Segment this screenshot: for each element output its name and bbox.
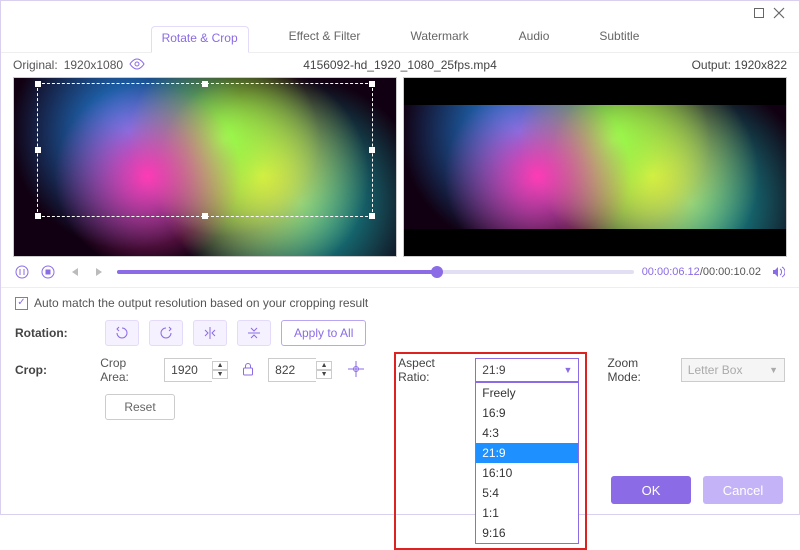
- aspect-option[interactable]: 5:4: [476, 483, 578, 503]
- flip-vertical-button[interactable]: [237, 320, 271, 346]
- ok-button[interactable]: OK: [611, 476, 691, 504]
- window-close-button[interactable]: [769, 3, 789, 23]
- next-frame-button[interactable]: [91, 263, 109, 281]
- auto-match-label: Auto match the output resolution based o…: [34, 296, 368, 310]
- cancel-button[interactable]: Cancel: [703, 476, 783, 504]
- crop-height-up[interactable]: ▲: [316, 361, 332, 370]
- aspect-option[interactable]: 16:10: [476, 463, 578, 483]
- crop-width-input[interactable]: [164, 358, 212, 382]
- editor-tabs: Rotate & Crop Effect & Filter Watermark …: [1, 25, 799, 53]
- aspect-option[interactable]: 1:1: [476, 503, 578, 523]
- seek-slider[interactable]: [117, 270, 634, 274]
- aspect-ratio-value: 21:9: [482, 363, 505, 377]
- zoom-mode-select[interactable]: Letter Box ▼: [681, 358, 785, 382]
- crop-row: Crop: Crop Area: ▲▼ ▲▼ Aspect Ratio: 21:…: [15, 356, 785, 384]
- original-dimension: 1920x1080: [64, 58, 123, 72]
- controls-area: ✓ Auto match the output resolution based…: [1, 287, 799, 466]
- window-titlebar: [1, 1, 799, 25]
- auto-match-row: ✓ Auto match the output resolution based…: [15, 296, 785, 310]
- window-maximize-button[interactable]: [749, 3, 769, 23]
- tab-subtitle[interactable]: Subtitle: [589, 25, 649, 52]
- time-display: 00:00:06.12/00:00:10.02: [642, 266, 761, 278]
- tab-audio[interactable]: Audio: [509, 25, 560, 52]
- preview-output: [403, 77, 787, 257]
- video-frame-image: [14, 78, 396, 256]
- aspect-option[interactable]: 9:16: [476, 523, 578, 543]
- aspect-ratio-label: Aspect Ratio:: [398, 356, 465, 384]
- chevron-down-icon: ▼: [564, 365, 573, 375]
- zoom-mode-value: Letter Box: [688, 363, 743, 377]
- rotate-left-button[interactable]: [105, 320, 139, 346]
- apply-to-all-button[interactable]: Apply to All: [281, 320, 366, 346]
- lock-aspect-icon[interactable]: [238, 362, 258, 379]
- auto-match-checkbox[interactable]: ✓: [15, 297, 28, 310]
- tab-watermark[interactable]: Watermark: [400, 25, 478, 52]
- dialog-footer: OK Cancel: [1, 466, 799, 514]
- prev-frame-button[interactable]: [65, 263, 83, 281]
- crop-height-down[interactable]: ▼: [316, 370, 332, 379]
- filename-label: 4156092-hd_1920_1080_25fps.mp4: [221, 58, 579, 72]
- output-dimension: 1920x822: [734, 58, 787, 72]
- playback-bar: 00:00:06.12/00:00:10.02: [1, 257, 799, 287]
- stop-button[interactable]: [39, 263, 57, 281]
- video-editor-dialog: Rotate & Crop Effect & Filter Watermark …: [0, 0, 800, 515]
- flip-horizontal-button[interactable]: [193, 320, 227, 346]
- eye-icon[interactable]: [129, 58, 145, 73]
- crop-width-up[interactable]: ▲: [212, 361, 228, 370]
- file-info-bar: Original: 1920x1080 4156092-hd_1920_1080…: [1, 53, 799, 77]
- zoom-mode-label: Zoom Mode:: [607, 356, 670, 384]
- preview-original[interactable]: [13, 77, 397, 257]
- tab-rotate-crop[interactable]: Rotate & Crop: [151, 26, 249, 53]
- tab-effect-filter[interactable]: Effect & Filter: [279, 25, 371, 52]
- aspect-option[interactable]: 4:3: [476, 423, 578, 443]
- crop-label: Crop:: [15, 363, 90, 377]
- chevron-down-icon: ▼: [769, 365, 778, 375]
- crop-height-input[interactable]: [268, 358, 316, 382]
- crop-area-label: Crop Area:: [100, 356, 154, 384]
- aspect-option[interactable]: 16:9: [476, 403, 578, 423]
- volume-button[interactable]: [769, 263, 787, 281]
- pause-button[interactable]: [13, 263, 31, 281]
- aspect-option[interactable]: Freely: [476, 383, 578, 403]
- aspect-ratio-select[interactable]: 21:9 ▼ Freely16:94:321:916:105:41:19:16: [475, 358, 579, 382]
- reset-row: Reset: [15, 394, 785, 420]
- original-label: Original:: [13, 58, 58, 72]
- preview-panes: [1, 77, 799, 257]
- reset-button[interactable]: Reset: [105, 394, 175, 420]
- crop-width-down[interactable]: ▼: [212, 370, 228, 379]
- letterbox-bar: [404, 78, 786, 105]
- output-label: Output:: [692, 58, 731, 72]
- aspect-option[interactable]: 21:9: [476, 443, 578, 463]
- letterbox-bar: [404, 229, 786, 256]
- rotate-right-button[interactable]: [149, 320, 183, 346]
- rotation-label: Rotation:: [15, 326, 95, 340]
- rotation-row: Rotation: Apply to All: [15, 320, 785, 346]
- crop-width-field[interactable]: ▲▼: [164, 358, 228, 382]
- center-crop-icon[interactable]: [342, 361, 370, 380]
- aspect-ratio-dropdown[interactable]: Freely16:94:321:916:105:41:19:16: [475, 382, 579, 544]
- crop-height-field[interactable]: ▲▼: [268, 358, 332, 382]
